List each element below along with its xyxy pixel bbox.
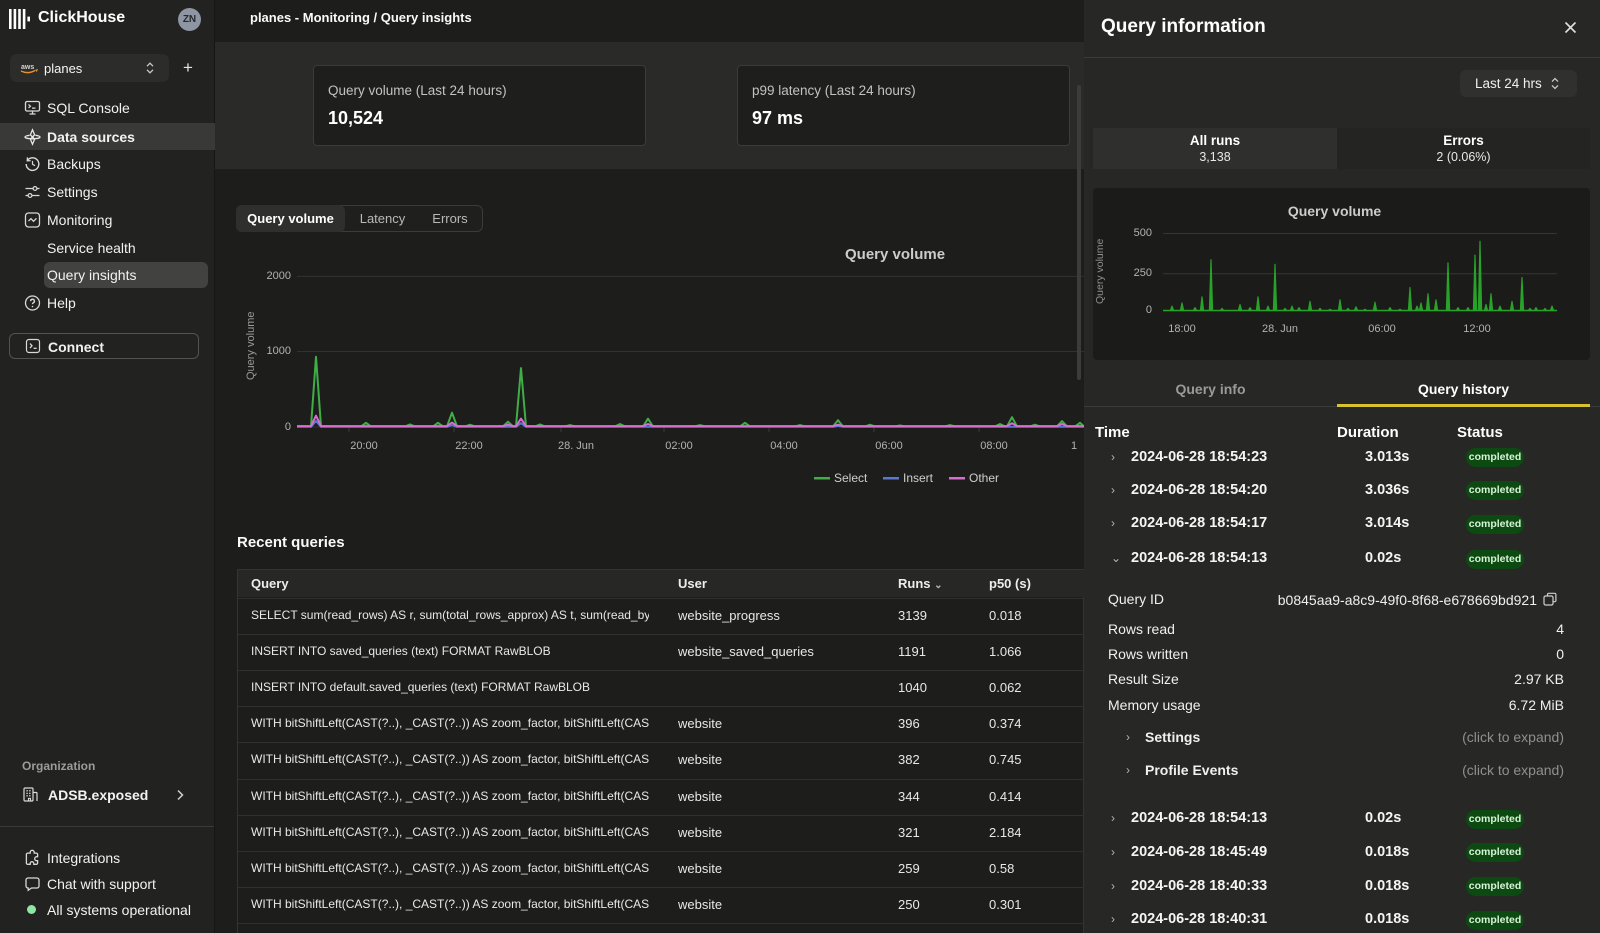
svg-text:aws: aws (21, 64, 34, 71)
